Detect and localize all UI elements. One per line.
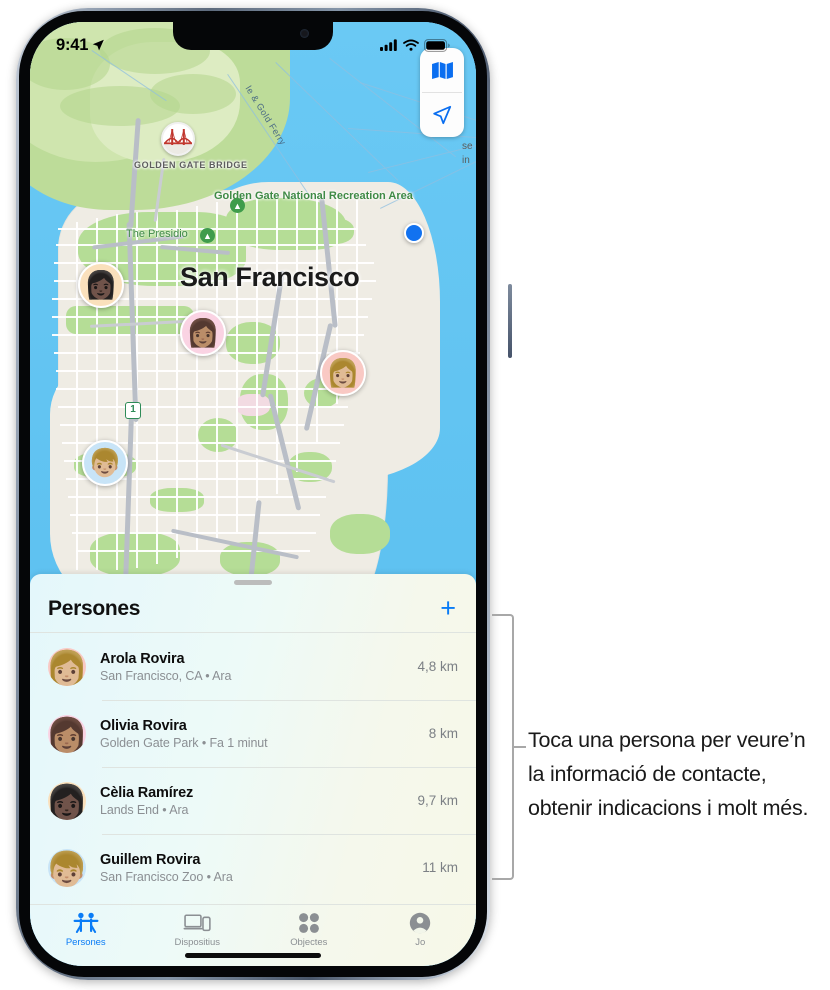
avatar: 👩🏽 xyxy=(48,714,86,753)
avatar-glyph: 👦🏼 xyxy=(88,447,122,478)
cellular-bars-icon xyxy=(380,39,397,51)
sheet-header: Persones + xyxy=(30,585,476,633)
status-time-group: 9:41 xyxy=(56,32,105,55)
person-info: Olivia Rovira Golden Gate Park • Fa 1 mi… xyxy=(86,718,421,750)
devices-icon xyxy=(183,911,211,934)
person-name: Arola Rovira xyxy=(100,650,185,667)
avatar-glyph: 👩🏿 xyxy=(48,783,86,820)
map-park-h xyxy=(330,514,390,554)
location-arrow-icon xyxy=(92,39,105,51)
avatar: 👩🏿 xyxy=(48,781,86,820)
person-info: Guillem Rovira San Francisco Zoo • Ara xyxy=(86,852,414,884)
person-info: Arola Rovira San Francisco, CA • Ara xyxy=(86,651,409,683)
map-park-k xyxy=(312,218,354,244)
park-poi-icon: ▲ xyxy=(200,228,215,243)
person-name: Olivia Rovira xyxy=(100,717,187,734)
items-icon xyxy=(298,911,320,934)
people-list: 👩🏼 Arola Rovira San Francisco, CA • Ara … xyxy=(30,633,476,904)
avatar-glyph: 👩🏼 xyxy=(48,649,86,686)
tree-poi-icon: ▲ xyxy=(230,198,245,213)
list-item[interactable]: 👩🏼 Arola Rovira San Francisco, CA • Ara … xyxy=(30,633,476,700)
tab-persones[interactable]: Persones xyxy=(30,911,142,948)
person-location: Golden Gate Park • Fa 1 minut xyxy=(100,735,268,750)
screenshot-root: le & Gold Ferry se in GOLDEN GATE BRIDGE … xyxy=(0,0,830,990)
avatar-glyph: 👩🏼 xyxy=(326,357,360,388)
person-distance: 8 km xyxy=(428,726,458,741)
tab-label: Dispositius xyxy=(174,937,220,948)
people-sheet: Persones + 👩🏼 Arola Rovira San Francisco… xyxy=(30,574,476,966)
status-bar: 9:41 xyxy=(30,22,476,64)
highway-1-shield: 1 xyxy=(125,402,141,419)
page-title: Persones xyxy=(48,596,141,620)
avatar-glyph: 👦🏼 xyxy=(48,850,86,887)
user-location-dot-icon xyxy=(404,223,424,243)
map-pin-arola-rovira[interactable]: 👩🏼 xyxy=(320,350,366,396)
person-distance: 9,7 km xyxy=(417,793,458,808)
map-terrain-d xyxy=(150,74,236,114)
callout-text: Toca una persona per veure’n la informac… xyxy=(528,728,809,820)
avatar: 👩🏼 xyxy=(48,647,86,686)
avatar-glyph: 👩🏽 xyxy=(186,317,220,348)
locate-me-button[interactable] xyxy=(420,93,464,137)
list-item[interactable]: 👩🏿 Cèlia Ramírez Lands End • Ara 9,7 km xyxy=(30,767,476,834)
avatar-glyph: 👩🏿 xyxy=(84,269,118,300)
phone-screen: le & Gold Ferry se in GOLDEN GATE BRIDGE … xyxy=(30,22,476,966)
person-name: Cèlia Ramírez xyxy=(100,784,194,801)
power-button[interactable] xyxy=(508,284,512,358)
tab-jo[interactable]: Jo xyxy=(365,911,477,948)
person-circle-icon xyxy=(409,911,431,934)
avatar: 👦🏼 xyxy=(48,848,86,887)
status-time: 9:41 xyxy=(56,35,89,54)
list-item[interactable]: 👩🏽 Olivia Rovira Golden Gate Park • Fa 1… xyxy=(30,700,476,767)
tab-label: Jo xyxy=(415,937,426,948)
add-person-button[interactable]: + xyxy=(438,595,458,622)
map-civic-block xyxy=(236,394,270,416)
treasure-island-label: se in xyxy=(462,141,473,166)
person-info: Cèlia Ramírez Lands End • Ara xyxy=(86,785,409,817)
map-pin-guillem-rovira[interactable]: 👦🏼 xyxy=(82,440,128,486)
tab-dispositius[interactable]: Dispositius xyxy=(142,911,254,948)
tab-objectes[interactable]: Objectes xyxy=(253,911,365,948)
people-icon xyxy=(73,911,99,934)
map-pin-olivia-rovira[interactable]: 👩🏽 xyxy=(180,310,226,356)
person-distance: 4,8 km xyxy=(417,659,458,674)
home-indicator[interactable] xyxy=(185,953,321,958)
callout-bracket-tick xyxy=(514,746,526,748)
person-location: San Francisco, CA • Ara xyxy=(100,668,232,683)
person-distance: 11 km xyxy=(422,860,458,875)
tab-label: Objectes xyxy=(290,937,328,948)
iphone-frame: le & Gold Ferry se in GOLDEN GATE BRIDGE … xyxy=(16,8,512,980)
callout-bracket xyxy=(492,614,514,880)
battery-full-icon xyxy=(424,38,450,52)
wifi-icon xyxy=(403,39,419,51)
avatar-glyph: 👩🏽 xyxy=(48,716,86,753)
person-location: Lands End • Ara xyxy=(100,802,189,817)
tab-label: Persones xyxy=(65,937,106,948)
person-name: Guillem Rovira xyxy=(100,851,201,868)
map-pin-celia-ramirez[interactable]: 👩🏿 xyxy=(78,262,124,308)
list-item[interactable]: 👦🏼 Guillem Rovira San Francisco Zoo • Ar… xyxy=(30,834,476,901)
map-park-i xyxy=(90,532,180,576)
status-indicators xyxy=(380,35,450,52)
person-location: San Francisco Zoo • Ara xyxy=(100,869,233,884)
golden-gate-bridge-icon[interactable] xyxy=(161,122,195,156)
